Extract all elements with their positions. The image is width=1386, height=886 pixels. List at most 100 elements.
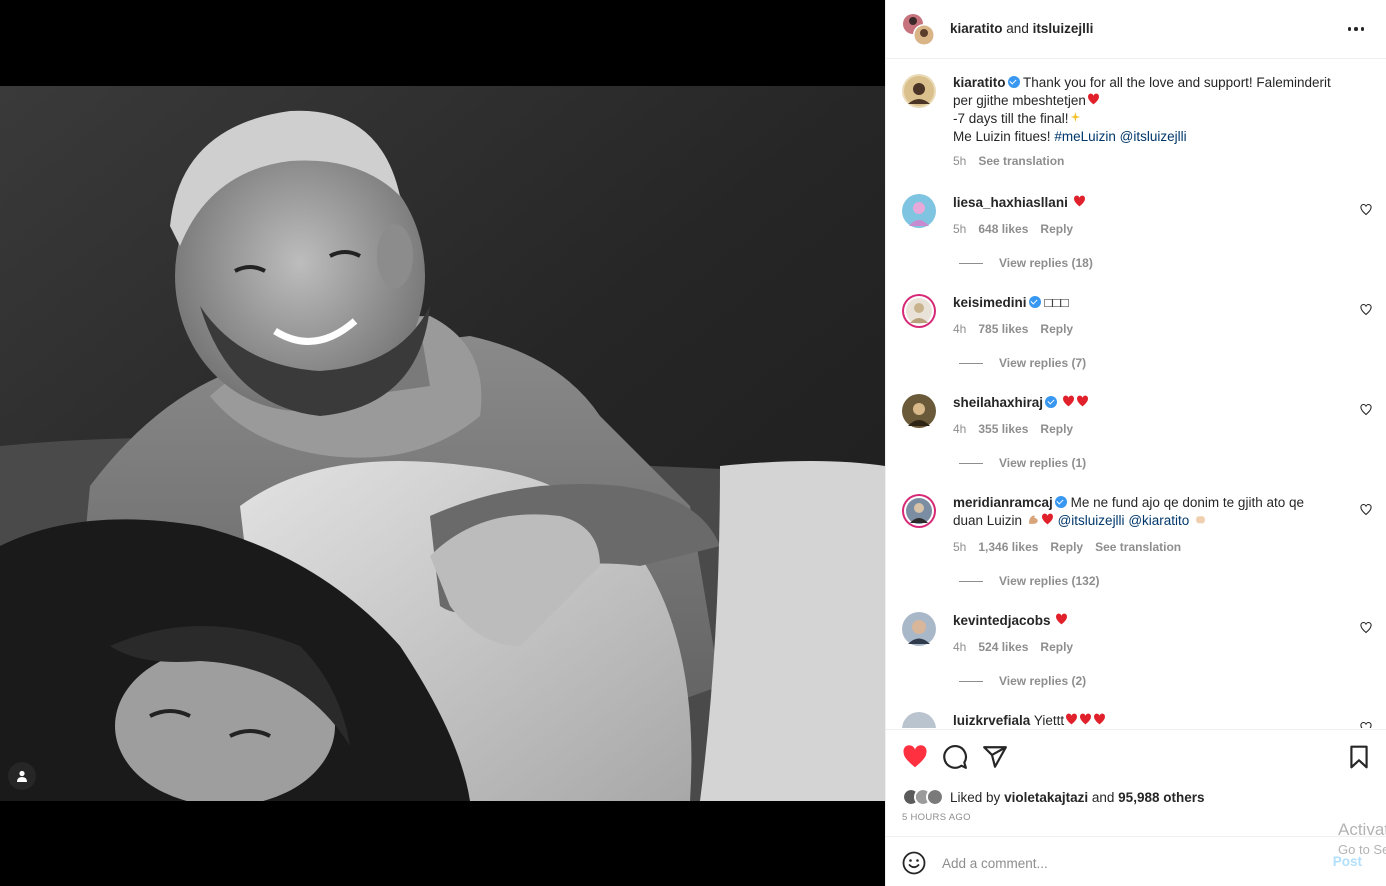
- avatar-liesa: [902, 194, 936, 228]
- coauthor-name[interactable]: itsluizejlli: [1033, 21, 1094, 36]
- comment-likes[interactable]: 785 likes: [978, 320, 1028, 338]
- sparkles-emoji-icon: [1070, 112, 1080, 122]
- flexed-biceps-emoji-icon: [1028, 515, 1038, 524]
- post-actions: Liked by violetakajtazi and 95,988 other…: [886, 729, 1386, 835]
- caption-username[interactable]: kiaratito: [953, 75, 1006, 90]
- see-translation-link[interactable]: See translation: [978, 152, 1064, 170]
- add-comment-input[interactable]: [942, 853, 1302, 873]
- avatar-luizkrvefiala: [902, 712, 936, 728]
- like-comment-icon[interactable]: [1360, 404, 1372, 416]
- comment-text: Yiettt: [1033, 713, 1065, 728]
- caption-time[interactable]: 5h: [953, 152, 966, 170]
- comment-username[interactable]: sheilahaxhiraj: [953, 395, 1043, 410]
- comment-username[interactable]: keisimedini: [953, 295, 1027, 310]
- avatar[interactable]: [902, 712, 936, 728]
- collab-avatar-icon: [903, 14, 935, 46]
- comments-list[interactable]: kiaratito Thank you for all the love and…: [886, 60, 1386, 728]
- avatar[interactable]: [902, 494, 936, 528]
- view-replies-label: View replies (1): [999, 456, 1087, 470]
- comment-time[interactable]: 5h: [953, 220, 966, 238]
- caption-mention[interactable]: @itsluizejlli: [1120, 129, 1187, 144]
- caption-hashtag[interactable]: #meLuizin: [1054, 129, 1116, 144]
- reply-button[interactable]: Reply: [1040, 220, 1073, 238]
- like-comment-icon[interactable]: [1360, 622, 1372, 634]
- comment-username[interactable]: liesa_haxhiasllani: [953, 195, 1068, 210]
- heart-emoji-icon: [1073, 195, 1085, 207]
- avatar[interactable]: [902, 74, 936, 108]
- post-comment-button[interactable]: Post: [1333, 854, 1362, 869]
- liked-by-others[interactable]: 95,988 others: [1118, 790, 1204, 805]
- comment-likes[interactable]: 524 likes: [978, 638, 1028, 656]
- avatar[interactable]: [902, 194, 936, 228]
- comment-meta: 5h 1,346 likes Reply See translation: [953, 538, 1333, 556]
- view-replies-button[interactable]: View replies (132): [953, 574, 1100, 588]
- add-comment-bar: Post: [886, 836, 1386, 886]
- avatar-kiaratito: [902, 74, 936, 108]
- heart-emoji-icon: [1056, 613, 1068, 625]
- heart-emoji-icon: [1080, 713, 1092, 725]
- reply-button[interactable]: Reply: [1050, 538, 1083, 556]
- post-timestamp[interactable]: 5 HOURS AGO: [902, 812, 971, 823]
- comment-text: □□□: [1044, 295, 1069, 310]
- heart-emoji-icon: [1066, 713, 1078, 725]
- post-side-panel: kiaratito and itsluizejlli kiaratito Tha…: [885, 0, 1386, 886]
- avatar-keisimedini: [902, 294, 936, 328]
- comment-likes[interactable]: 1,346 likes: [978, 538, 1038, 556]
- comment-meta: 4h 785 likes Reply: [953, 320, 1333, 338]
- view-replies-button[interactable]: View replies (18): [953, 256, 1093, 270]
- heart-emoji-icon: [1041, 513, 1053, 525]
- avatar-kevintedjacobs: [902, 612, 936, 646]
- heart-emoji-icon: [1076, 395, 1088, 407]
- comment-time[interactable]: 4h: [953, 420, 966, 438]
- more-options-icon[interactable]: [1346, 20, 1366, 38]
- comment-icon[interactable]: [942, 744, 968, 770]
- avatar[interactable]: [902, 394, 936, 428]
- view-replies-label: View replies (132): [999, 574, 1100, 588]
- reply-button[interactable]: Reply: [1040, 320, 1073, 338]
- like-comment-icon[interactable]: [1360, 204, 1372, 216]
- post-header: kiaratito and itsluizejlli: [886, 0, 1386, 59]
- avatar-meridianramcaj: [902, 494, 936, 528]
- comment-time[interactable]: 5h: [953, 538, 966, 556]
- emoji-icon[interactable]: [902, 851, 926, 875]
- comment-likes[interactable]: 355 likes: [978, 420, 1028, 438]
- post-authors[interactable]: kiaratito and itsluizejlli: [950, 21, 1093, 36]
- view-replies-label: View replies (7): [999, 356, 1087, 370]
- save-bookmark-icon[interactable]: [1346, 744, 1372, 770]
- comment-time[interactable]: 4h: [953, 320, 966, 338]
- liked-by-user[interactable]: violetakajtazi: [1004, 790, 1088, 805]
- comment-likes[interactable]: 648 likes: [978, 220, 1028, 238]
- comment-mention[interactable]: @itsluizejlli: [1058, 513, 1125, 528]
- person-icon: [17, 770, 27, 782]
- comment-username[interactable]: kevintedjacobs: [953, 613, 1051, 628]
- heart-emoji-icon: [1087, 93, 1099, 105]
- verified-badge-icon: [1007, 76, 1020, 88]
- avatar[interactable]: [902, 612, 936, 646]
- like-comment-icon[interactable]: [1360, 722, 1372, 728]
- view-replies-label: View replies (2): [999, 674, 1087, 688]
- tagged-users-button[interactable]: [8, 762, 36, 790]
- like-comment-icon[interactable]: [1360, 304, 1372, 316]
- post-photo[interactable]: [0, 86, 885, 801]
- comment-mention[interactable]: @kiaratito: [1128, 513, 1189, 528]
- heart-emoji-icon: [1062, 395, 1074, 407]
- comment-username[interactable]: luizkrvefiala: [953, 713, 1030, 728]
- collab-avatars[interactable]: [902, 13, 936, 47]
- view-replies-button[interactable]: View replies (7): [953, 356, 1086, 370]
- author-name[interactable]: kiaratito: [950, 21, 1003, 36]
- share-icon[interactable]: [982, 744, 1008, 770]
- liked-by-avatars[interactable]: [902, 788, 944, 806]
- like-heart-icon[interactable]: [902, 744, 928, 770]
- view-replies-button[interactable]: View replies (2): [953, 674, 1086, 688]
- like-comment-icon[interactable]: [1360, 504, 1372, 516]
- avatar[interactable]: [902, 294, 936, 328]
- instagram-post-modal: kiaratito and itsluizejlli kiaratito Tha…: [0, 0, 1386, 886]
- liker-avatar: [926, 788, 944, 806]
- view-replies-button[interactable]: View replies (1): [953, 456, 1086, 470]
- see-translation-link[interactable]: See translation: [1095, 538, 1181, 556]
- reply-button[interactable]: Reply: [1040, 638, 1073, 656]
- caption-text-3: Me Luizin fitues!: [953, 129, 1051, 144]
- comment-time[interactable]: 4h: [953, 638, 966, 656]
- reply-button[interactable]: Reply: [1040, 420, 1073, 438]
- comment-username[interactable]: meridianramcaj: [953, 495, 1053, 510]
